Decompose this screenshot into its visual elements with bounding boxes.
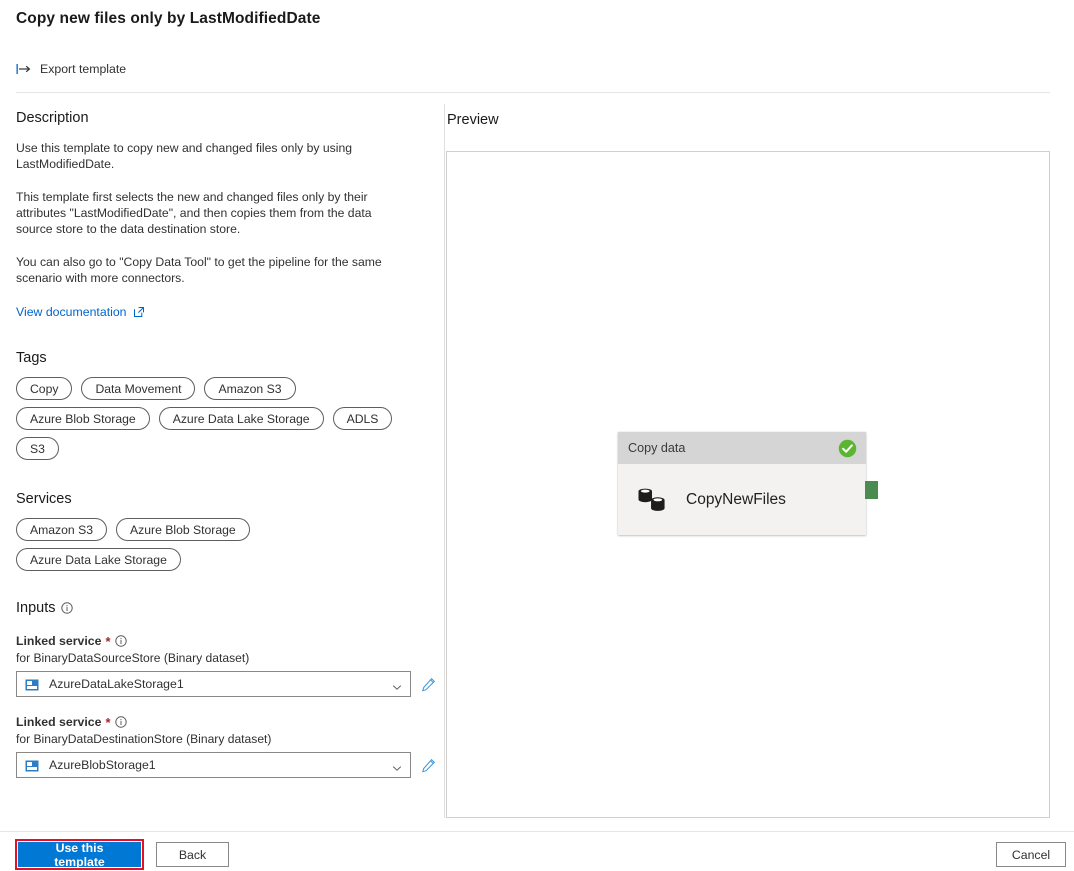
linked-service-value: AzureDataLakeStorage1 <box>49 677 184 691</box>
activity-node-body: CopyNewFiles <box>618 464 866 535</box>
info-icon[interactable] <box>60 602 73 614</box>
tag-chip: Data Movement <box>81 377 196 400</box>
tags-list: Copy Data Movement Amazon S3 Azure Blob … <box>16 377 416 460</box>
tag-chip: Amazon S3 <box>204 377 296 400</box>
preview-heading: Preview <box>447 112 499 128</box>
combo-row: AzureDataLakeStorage1 <box>16 671 436 697</box>
pencil-icon[interactable] <box>421 677 436 692</box>
footer-divider <box>0 831 1074 832</box>
required-marker: * <box>105 633 111 649</box>
external-link-icon <box>133 306 145 318</box>
field-label: Linked service <box>16 634 102 648</box>
left-panel: Description Use this template to copy ne… <box>16 110 436 778</box>
view-documentation-label: View documentation <box>16 305 127 319</box>
footer-actions-left: Use this template Back <box>15 839 229 870</box>
service-chip: Amazon S3 <box>16 518 108 541</box>
template-details-page: Copy new files only by LastModifiedDate … <box>0 0 1074 871</box>
activity-type-label: Copy data <box>628 441 686 455</box>
back-button[interactable]: Back <box>156 842 229 867</box>
field-label-row: Linked service * <box>16 634 436 648</box>
chevron-down-icon[interactable] <box>392 679 402 690</box>
export-template-button[interactable]: Export template <box>16 62 126 76</box>
linked-service-icon <box>25 759 39 772</box>
tag-chip: Azure Data Lake Storage <box>158 407 324 430</box>
tags-heading: Tags <box>16 350 47 366</box>
description-heading: Description <box>16 110 89 126</box>
linked-service-value: AzureBlobStorage1 <box>49 758 156 772</box>
linked-service-field-destination: Linked service * for BinaryDataDestinati… <box>16 715 436 778</box>
pencil-icon[interactable] <box>421 758 436 773</box>
export-arrow-icon <box>16 62 32 76</box>
field-label: Linked service <box>16 715 102 729</box>
chevron-down-icon[interactable] <box>392 760 402 771</box>
combo-row: AzureBlobStorage1 <box>16 752 436 778</box>
tag-chip: ADLS <box>332 407 393 430</box>
linked-service-icon <box>25 678 39 691</box>
service-chip: Azure Data Lake Storage <box>16 548 181 571</box>
field-sublabel: for BinaryDataSourceStore (Binary datase… <box>16 651 250 665</box>
info-icon[interactable] <box>114 635 127 647</box>
services-heading: Services <box>16 491 72 507</box>
inputs-heading: Inputs <box>16 600 56 616</box>
required-marker: * <box>105 714 111 730</box>
description-paragraph-1: Use this template to copy new and change… <box>16 141 353 171</box>
panel-divider <box>444 104 445 818</box>
linked-service-dropdown-destination[interactable]: AzureBlobStorage1 <box>16 752 411 778</box>
cancel-button[interactable]: Cancel <box>996 842 1066 867</box>
tag-chip: S3 <box>16 437 59 460</box>
footer-actions-right: Cancel <box>996 842 1066 867</box>
page-title: Copy new files only by LastModifiedDate <box>16 10 321 27</box>
info-icon[interactable] <box>114 716 127 728</box>
field-label-row: Linked service * <box>16 715 436 729</box>
export-template-label: Export template <box>40 62 127 76</box>
copy-data-database-icon <box>637 486 668 514</box>
inputs-heading-row: Inputs <box>16 600 436 616</box>
field-sublabel: for BinaryDataDestinationStore (Binary d… <box>16 732 272 746</box>
service-chip: Azure Blob Storage <box>116 518 250 541</box>
output-connector[interactable] <box>865 481 878 499</box>
pipeline-activity-node[interactable]: Copy data CopyNewFiles <box>618 432 866 535</box>
success-check-icon <box>838 439 857 458</box>
tag-chip: Copy <box>16 377 73 400</box>
linked-service-dropdown-source[interactable]: AzureDataLakeStorage1 <box>16 671 411 697</box>
description-paragraph-2: This template first selects the new and … <box>16 190 372 236</box>
activity-node-header: Copy data <box>618 432 866 464</box>
services-list: Amazon S3 Azure Blob Storage Azure Data … <box>16 518 276 571</box>
preview-canvas[interactable]: Copy data CopyNewFiles <box>446 151 1050 818</box>
description-paragraph-3: You can also go to "Copy Data Tool" to g… <box>16 255 382 285</box>
activity-name: CopyNewFiles <box>686 490 786 508</box>
linked-service-field-source: Linked service * for BinaryDataSourceSto… <box>16 634 436 697</box>
header-divider <box>16 92 1050 93</box>
use-this-template-button[interactable]: Use this template <box>15 839 144 870</box>
view-documentation-link[interactable]: View documentation <box>16 305 145 319</box>
tag-chip: Azure Blob Storage <box>16 407 150 430</box>
